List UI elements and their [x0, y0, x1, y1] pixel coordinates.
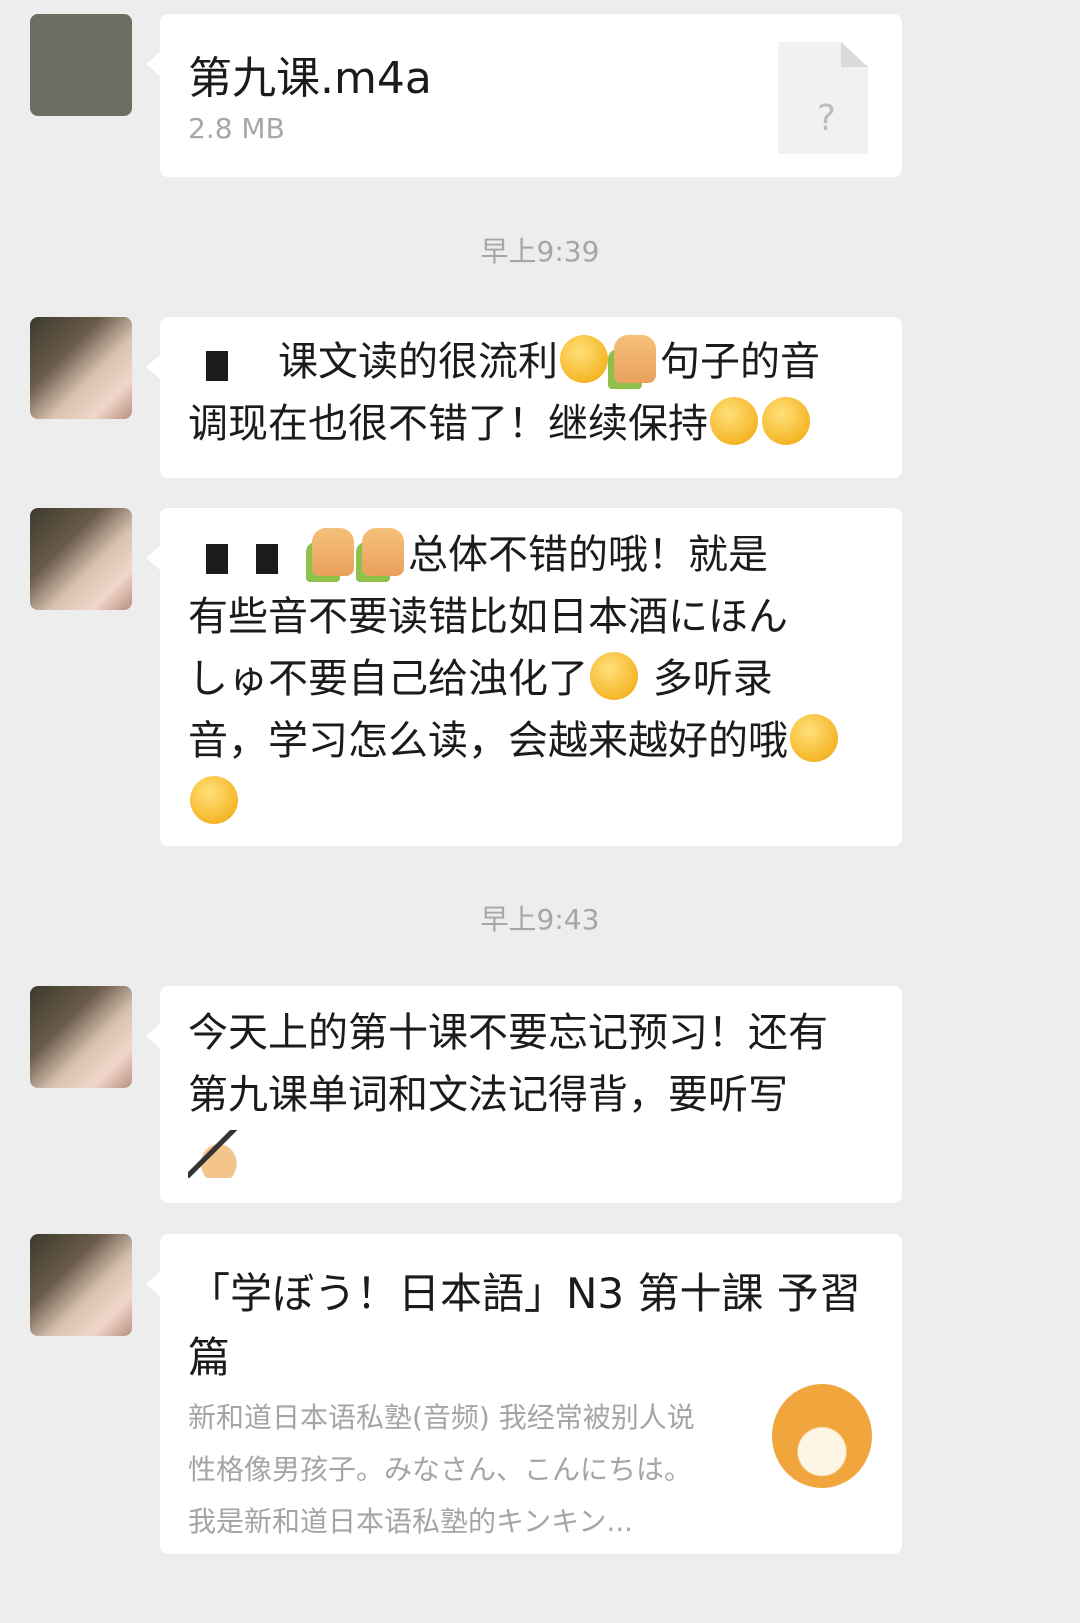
message-text: 有些音不要读错比如日本酒にほん [188, 594, 788, 640]
link-description: 新和道日本语私塾(音频) 我经常被别人说性格像男孩子。みなさん、こんにちは。我是… [188, 1401, 695, 1538]
determined-face-icon [710, 397, 758, 445]
determined-face-icon [790, 714, 838, 762]
thumbs-up-icon [312, 528, 354, 576]
message-text: 总体不错的哦！就是 [408, 532, 768, 578]
avatar[interactable] [30, 508, 132, 610]
message-text: 第九课单词和文法记得背，要听写 [188, 1072, 788, 1118]
file-message-bubble[interactable]: 第九课.m4a 2.8 MB ? [146, 14, 902, 177]
timestamp: 早上9:39 [480, 235, 600, 268]
message-text: 今天上的第十课不要忘记预习！还有 [188, 1010, 828, 1056]
redacted-text [188, 530, 308, 574]
avatar[interactable] [30, 986, 132, 1088]
avatar[interactable] [30, 14, 132, 116]
thumbs-up-icon [362, 528, 404, 576]
thumbs-up-icon [614, 335, 656, 383]
message-text: 课文读的很流利 [278, 339, 558, 385]
hug-emoji-icon [560, 335, 608, 383]
message-text: 多听录 [640, 656, 773, 702]
message-text: しゅ不要自己给浊化了 [188, 656, 588, 702]
timestamp: 早上9:43 [480, 903, 600, 936]
determined-face-icon [190, 776, 238, 824]
avatar[interactable] [30, 317, 132, 419]
file-size: 2.8 MB [188, 112, 285, 145]
file-name: 第九课.m4a [188, 53, 432, 104]
message-text: 音，学习怎么读，会越来越好的哦 [188, 718, 788, 764]
text-message-bubble[interactable]: 课文读的很流利 句子的音 调现在也很不错了！继续保持 [146, 317, 902, 478]
link-card-bubble[interactable]: 「学ぼう！日本語」N3 第十課 予習篇 新和道日本语私塾(音频) 我经常被别人说… [146, 1234, 902, 1554]
text-message-bubble[interactable]: 总体不错的哦！就是 有些音不要读错比如日本酒にほん しゅ不要自己给浊化了 多听录… [146, 508, 902, 846]
unknown-file-glyph: ? [816, 98, 836, 139]
smile-icon [590, 652, 638, 700]
avatar[interactable] [30, 1234, 132, 1336]
redacted-text [188, 337, 278, 381]
determined-face-icon [762, 397, 810, 445]
message-text: 句子的音 [660, 339, 820, 385]
text-message-bubble[interactable]: 今天上的第十课不要忘记预习！还有 第九课单词和文法记得背，要听写 [146, 986, 902, 1203]
message-text: 调现在也很不错了！继续保持 [188, 401, 708, 447]
writing-hand-icon [188, 1130, 244, 1178]
link-title: 「学ぼう！日本語」N3 第十課 予習篇 [188, 1269, 861, 1382]
shiba-dog-icon [772, 1384, 872, 1488]
